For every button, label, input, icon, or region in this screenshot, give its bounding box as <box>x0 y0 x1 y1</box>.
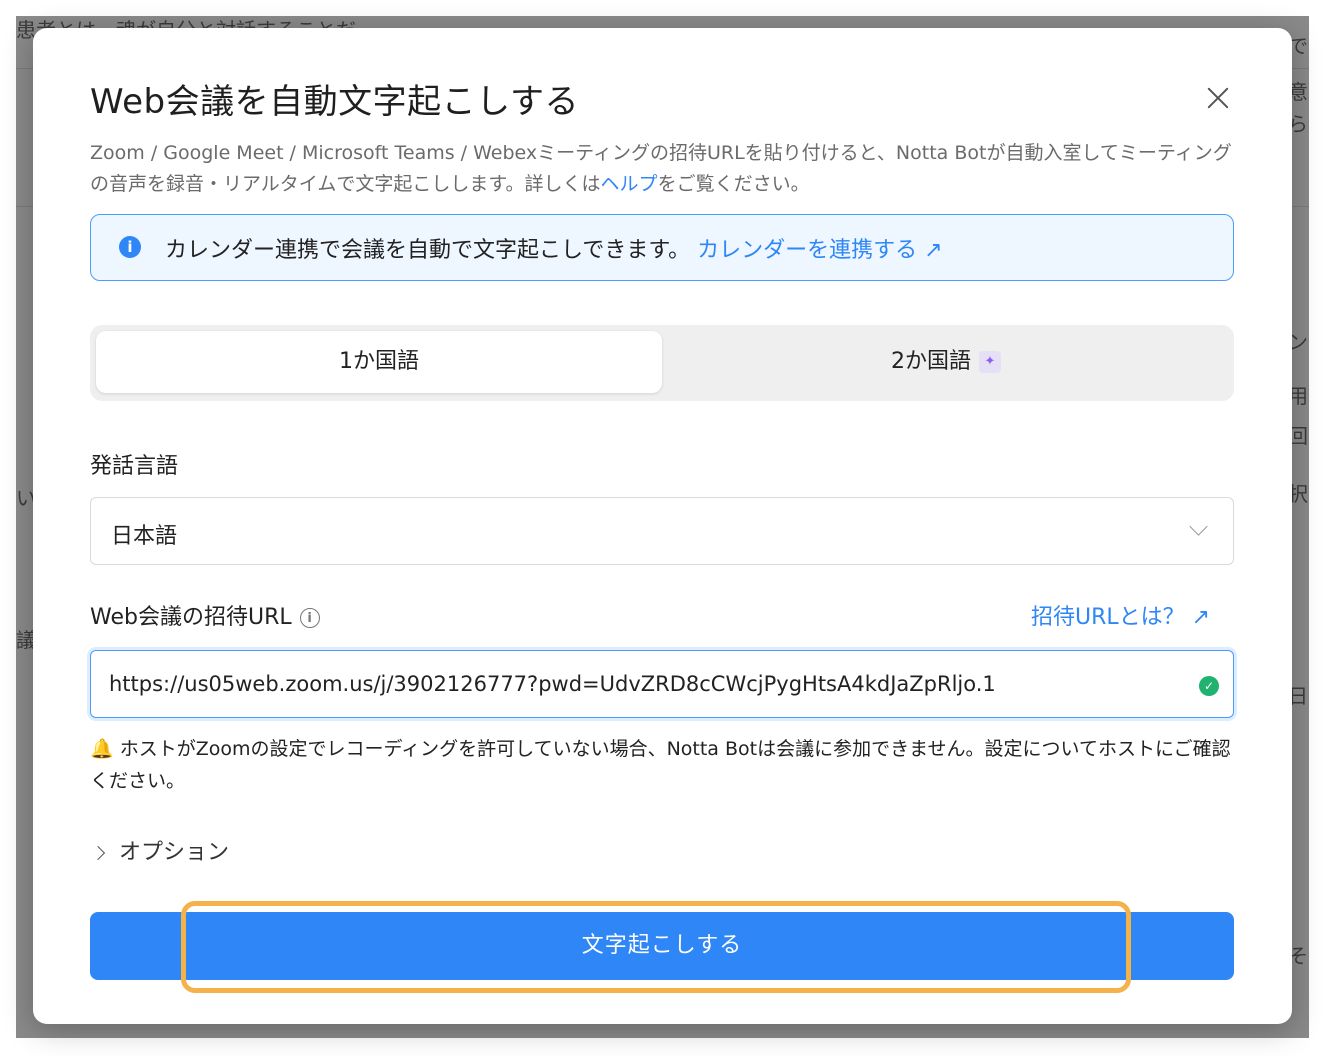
sparkle-icon: ✦ <box>979 351 1001 373</box>
invite-url-field[interactable]: ✓ <box>90 650 1234 718</box>
tab-two-languages-label: 2か国語 <box>891 349 971 374</box>
invite-url-help-link[interactable]: 招待URLとは？ ↗ <box>1031 599 1210 631</box>
dialog-description: Zoom / Google Meet / Microsoft Teams / W… <box>90 138 1240 200</box>
invite-url-label-text: Web会議の招待URL <box>90 605 292 630</box>
calendar-info-banner: i カレンダー連携で会議を自動で文字起こしできます。 カレンダーを連携する ↗ <box>90 214 1234 281</box>
options-label: オプション <box>119 840 230 865</box>
chevron-down-icon <box>1189 517 1208 536</box>
speech-language-label: 発話言語 <box>90 454 179 479</box>
auto-transcribe-dialog: Web会議を自動文字起こしする Zoom / Google Meet / Mic… <box>33 28 1292 1024</box>
speech-language-value: 日本語 <box>111 524 178 549</box>
tab-one-language[interactable]: 1か国語 <box>96 331 662 393</box>
options-toggle[interactable]: オプション <box>90 834 230 866</box>
connect-calendar-link[interactable]: カレンダーを連携する ↗ <box>697 238 942 263</box>
invite-url-input[interactable] <box>109 665 1169 703</box>
transcribe-button[interactable]: 文字起こしする <box>90 912 1234 980</box>
dialog-title: Web会議を自動文字起こしする <box>90 82 579 122</box>
speech-language-select[interactable]: 日本語 <box>90 497 1234 565</box>
close-icon[interactable] <box>1200 80 1236 116</box>
tab-two-languages[interactable]: 2か国語 ✦ <box>663 331 1229 393</box>
language-mode-toggle: 1か国語 2か国語 ✦ <box>90 325 1234 401</box>
info-message: カレンダー連携で会議を自動で文字起こしできます。 <box>165 238 691 263</box>
description-text-end: をご覧ください。 <box>657 173 810 195</box>
help-link[interactable]: ヘルプ <box>601 173 658 195</box>
info-banner-text: カレンダー連携で会議を自動で文字起こしできます。 カレンダーを連携する ↗ <box>165 232 943 264</box>
info-icon: i <box>119 236 141 258</box>
info-circle-icon[interactable]: i <box>299 608 320 628</box>
chevron-right-icon <box>90 845 106 861</box>
recording-permission-warning: 🔔 ホストがZoomの設定でレコーディングを許可していない場合、Notta Bo… <box>90 738 1231 792</box>
invite-url-label: Web会議の招待URL i <box>90 599 320 631</box>
valid-check-icon: ✓ <box>1199 676 1219 696</box>
